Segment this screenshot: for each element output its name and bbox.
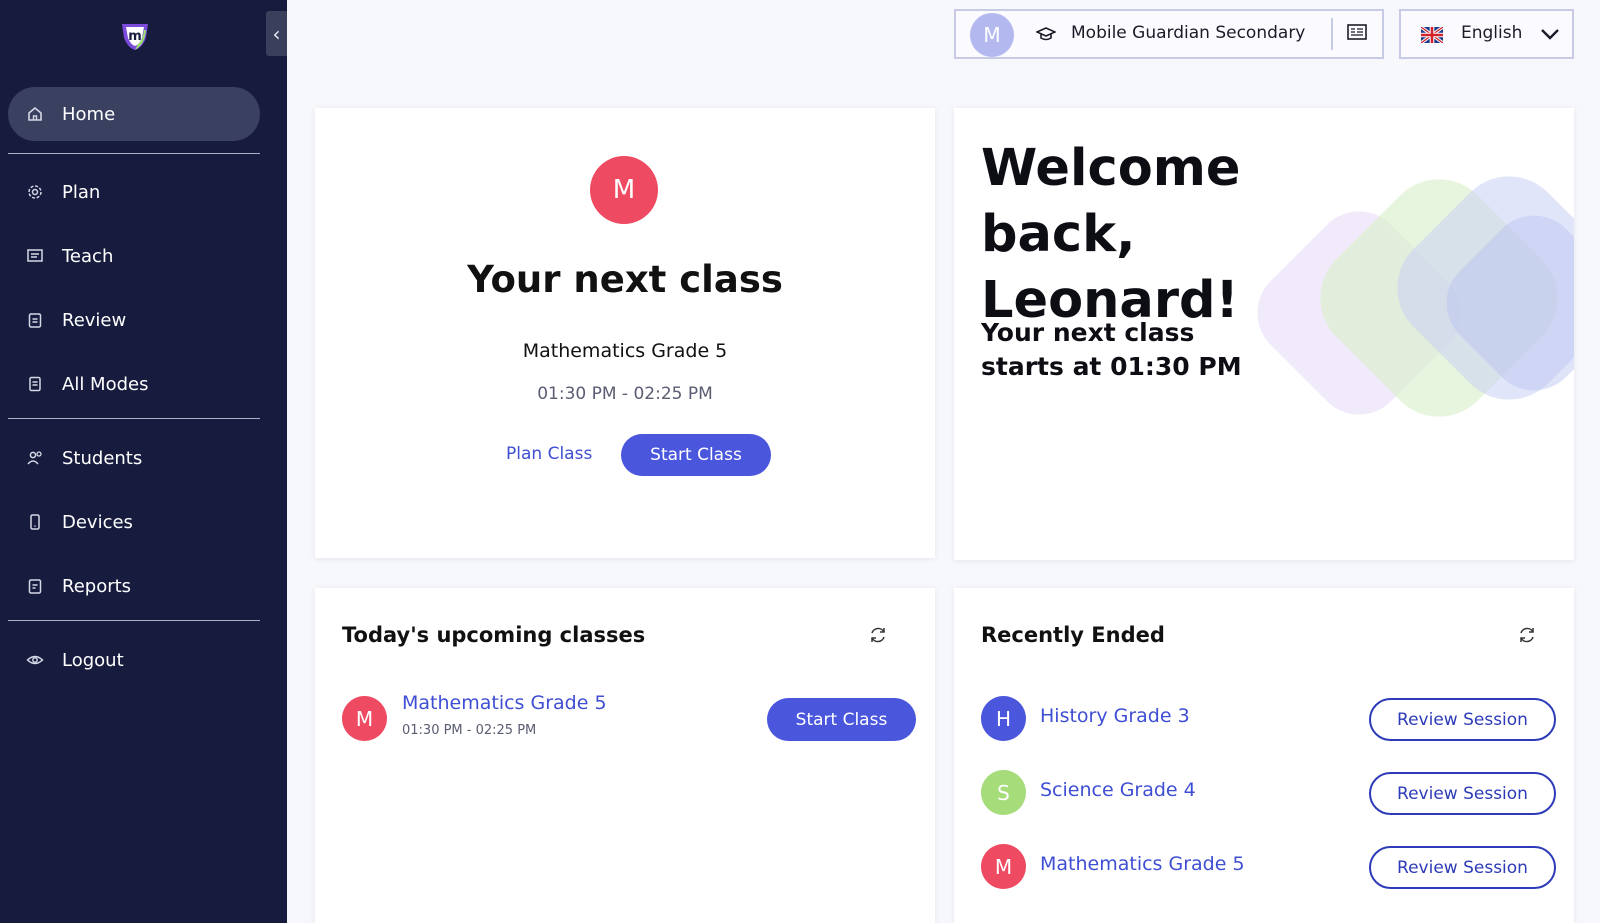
welcome-heading: Welcome back, Leonard! — [981, 139, 1241, 330]
eye-icon — [26, 655, 44, 665]
graduation-cap-icon — [1036, 27, 1056, 41]
sidebar-item-devices[interactable]: Devices — [8, 495, 260, 549]
class-avatar: M — [342, 696, 387, 741]
sidebar-item-home[interactable]: Home — [8, 87, 260, 141]
users-icon — [27, 451, 42, 465]
class-avatar: H — [981, 696, 1026, 741]
welcome-subheading: Your next class starts at 01:30 PM — [981, 318, 1242, 381]
recent-title: Recently Ended — [981, 623, 1165, 647]
collapse-sidebar-button[interactable]: ‹ — [266, 11, 287, 56]
topbar: M Mobile Guardian Secondary English — [287, 0, 1600, 80]
sidebar-item-review[interactable]: Review — [8, 293, 260, 347]
sidebar-item-teach[interactable]: Teach — [8, 229, 260, 283]
school-separator — [1331, 18, 1333, 50]
refresh-icon[interactable] — [1516, 624, 1538, 646]
start-class-button[interactable]: Start Class — [621, 434, 771, 476]
sidebar-item-logout[interactable]: Logout — [8, 633, 260, 687]
next-class-time: 01:30 PM - 02:25 PM — [537, 384, 713, 404]
class-name-link[interactable]: Mathematics Grade 5 — [402, 692, 607, 714]
class-name-link[interactable]: Science Grade 4 — [1040, 779, 1196, 801]
school-selector[interactable]: M Mobile Guardian Secondary — [954, 9, 1384, 59]
sidebar-item-label: Teach — [62, 245, 114, 267]
next-class-course: Mathematics Grade 5 — [522, 340, 728, 362]
document-icon — [29, 376, 41, 392]
sidebar-item-label: Devices — [62, 511, 133, 533]
class-name-link[interactable]: History Grade 3 — [1040, 705, 1190, 727]
class-avatar: M — [981, 844, 1026, 889]
sidebar-item-label: Students — [62, 447, 143, 469]
language-label: English — [1461, 23, 1523, 43]
svg-text:m: m — [128, 29, 142, 44]
uk-flag-icon — [1421, 27, 1443, 43]
class-name-link[interactable]: Mathematics Grade 5 — [1040, 853, 1245, 875]
sidebar-item-plan[interactable]: Plan — [8, 165, 260, 219]
school-name: Mobile Guardian Secondary — [1071, 23, 1306, 43]
teach-board-icon[interactable] — [1346, 22, 1368, 44]
clipboard-icon — [28, 313, 42, 328]
class-time: 01:30 PM - 02:25 PM — [402, 723, 537, 738]
mobile-guardian-logo-icon: m — [122, 24, 148, 50]
plan-class-link[interactable]: Plan Class — [506, 444, 592, 464]
sidebar-item-label: Review — [62, 309, 127, 331]
recently-ended-card: Recently Ended H History Grade 3 Review … — [954, 588, 1574, 923]
review-session-button[interactable]: Review Session — [1369, 772, 1556, 815]
next-class-title: Your next class — [467, 258, 783, 301]
sidebar-item-label: Plan — [62, 181, 101, 203]
gear-icon — [28, 185, 42, 199]
teach-board-icon — [27, 249, 43, 262]
review-session-button[interactable]: Review Session — [1369, 698, 1556, 741]
sidebar-item-label: Logout — [62, 649, 124, 671]
sidebar-item-label: Home — [62, 103, 116, 125]
sidebar-item-label: All Modes — [62, 373, 149, 395]
sidebar-item-students[interactable]: Students — [8, 431, 260, 485]
class-avatar: M — [590, 156, 658, 224]
sidebar-item-all-modes[interactable]: All Modes — [8, 357, 260, 411]
user-avatar[interactable]: M — [970, 13, 1014, 57]
sidebar-divider — [8, 418, 260, 419]
sidebar: m ‹ Home Plan Teach Review All Modes Stu… — [0, 0, 287, 923]
refresh-icon[interactable] — [867, 624, 889, 646]
sidebar-item-label: Reports — [62, 575, 132, 597]
phone-icon — [30, 514, 40, 530]
start-class-button[interactable]: Start Class — [767, 698, 916, 741]
home-icon — [28, 106, 42, 121]
sidebar-divider — [8, 153, 260, 154]
chevron-left-icon: ‹ — [272, 21, 281, 46]
class-avatar: S — [981, 770, 1026, 815]
sidebar-item-reports[interactable]: Reports — [8, 559, 260, 613]
language-selector[interactable]: English — [1399, 9, 1574, 59]
sidebar-divider — [8, 620, 260, 621]
welcome-card: Welcome back, Leonard! Your next class s… — [954, 108, 1574, 560]
upcoming-classes-card: Today's upcoming classes M Mathematics G… — [315, 588, 935, 923]
next-class-card: M Your next class Mathematics Grade 5 01… — [315, 108, 935, 558]
chevron-down-icon — [1541, 29, 1559, 40]
report-icon — [28, 579, 42, 594]
review-session-button[interactable]: Review Session — [1369, 846, 1556, 889]
upcoming-title: Today's upcoming classes — [342, 623, 646, 647]
